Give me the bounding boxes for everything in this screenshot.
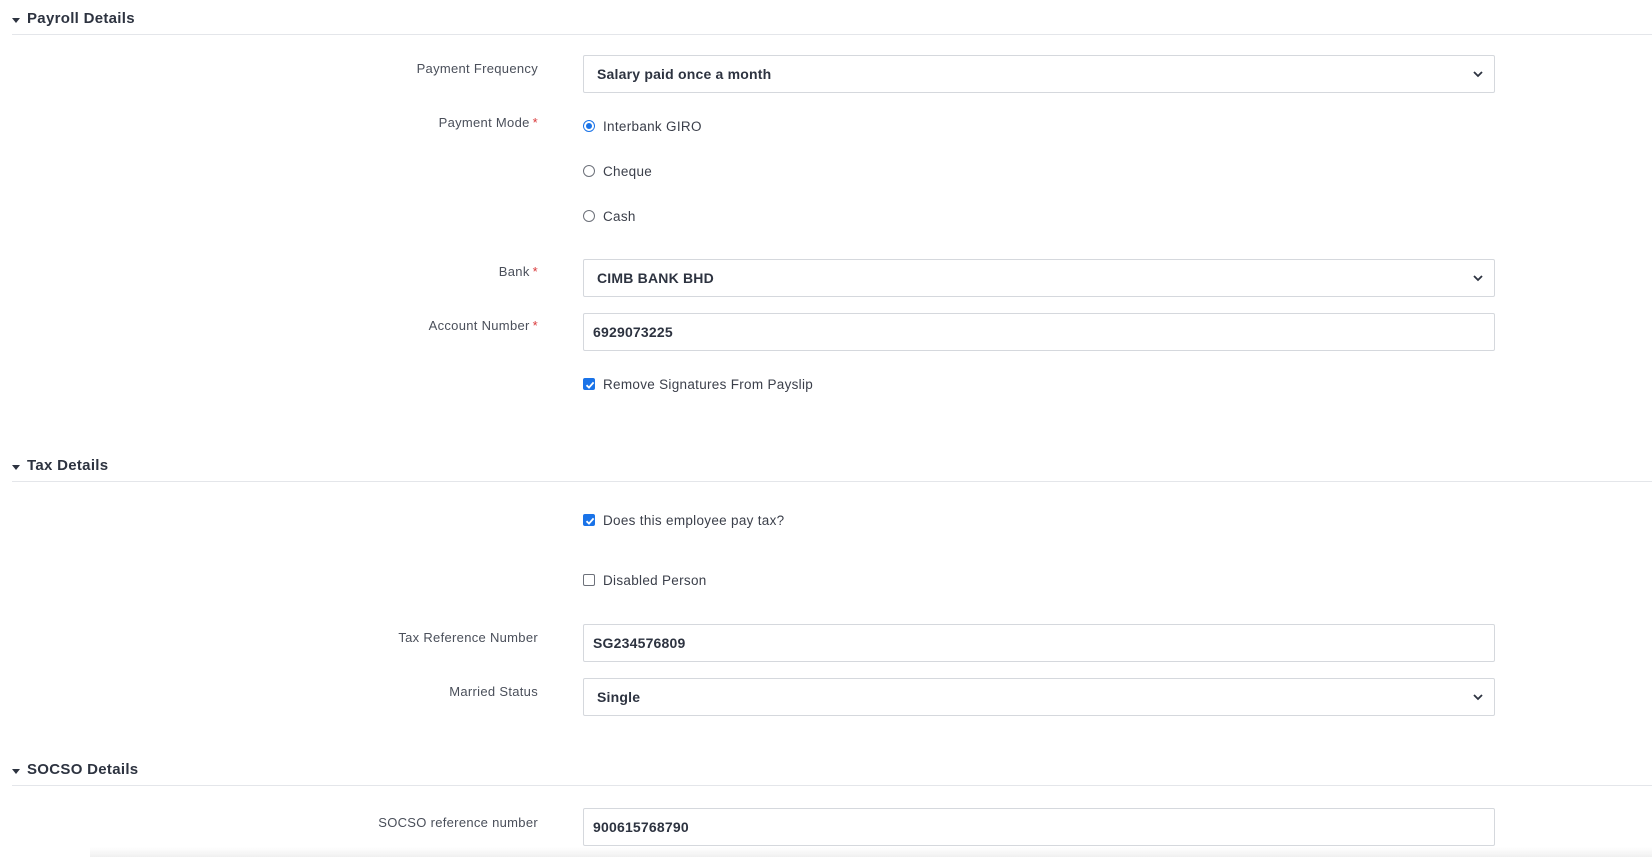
payroll-details-header[interactable]: Payroll Details [12,10,1652,35]
caret-down-icon [12,769,20,774]
chevron-down-icon [1473,694,1483,701]
option-label: Interbank GIRO [603,119,702,134]
caret-down-icon [12,465,20,470]
scroll-shadow [90,847,1652,857]
married-status-select[interactable]: Single [583,678,1495,716]
tax-reference-number-value: SG234576809 [593,635,686,651]
bank-select[interactable]: CIMB BANK BHD [583,259,1495,297]
socso-details-header[interactable]: SOCSO Details [12,761,1652,786]
married-status-value: Single [597,689,641,705]
chevron-down-icon [1473,275,1483,282]
bank-label: Bank * [498,264,538,279]
payment-frequency-select[interactable]: Salary paid once a month [583,55,1495,93]
checkbox[interactable] [583,378,595,390]
checkbox-label: Does this employee pay tax? [603,513,785,528]
checkmark-icon [585,381,595,389]
section-title: SOCSO Details [27,761,139,778]
radio-button[interactable] [583,120,595,132]
option-label: Cheque [603,164,653,179]
radio-button[interactable] [583,165,595,177]
option-label: Cash [603,209,636,224]
payment-frequency-value: Salary paid once a month [597,66,772,82]
checkbox[interactable] [583,574,595,586]
tax-reference-number-label: Tax Reference Number [398,630,538,645]
radio-button[interactable] [583,210,595,222]
checkbox-label: Remove Signatures From Payslip [603,377,814,392]
section-title: Payroll Details [27,10,135,27]
payment-frequency-label: Payment Frequency [416,61,538,76]
bank-value: CIMB BANK BHD [597,270,714,286]
account-number-value: 6929073225 [593,324,673,340]
payment-mode-label: Payment Mode * [438,115,538,130]
socso-reference-number-input[interactable]: 900615768790 [583,808,1495,846]
section-title: Tax Details [27,457,109,474]
checkbox[interactable] [583,514,595,526]
chevron-down-icon [1473,71,1483,78]
caret-down-icon [12,18,20,23]
tax-reference-number-input[interactable]: SG234576809 [583,624,1495,662]
account-number-input[interactable]: 6929073225 [583,313,1495,351]
socso-reference-number-label: SOCSO reference number [378,815,538,830]
checkmark-icon [585,517,595,525]
married-status-label: Married Status [449,684,538,699]
account-number-label: Account Number * [428,318,538,333]
checkbox-label: Disabled Person [603,573,707,588]
socso-reference-number-value: 900615768790 [593,819,689,835]
tax-details-header[interactable]: Tax Details [12,457,1652,482]
